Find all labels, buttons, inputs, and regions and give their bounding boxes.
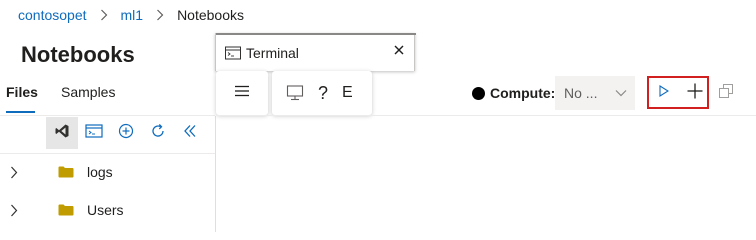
compute-dropdown[interactable]: No ...	[555, 76, 635, 110]
hamburger-menu-button[interactable]	[216, 71, 268, 115]
compute-status-dot	[472, 86, 485, 100]
breadcrumb-current: Notebooks	[177, 7, 244, 23]
collapse-icon	[182, 123, 198, 144]
breadcrumb-ml1-link[interactable]: ml1	[121, 7, 144, 23]
chevron-down-icon	[615, 89, 627, 97]
close-icon[interactable]	[394, 45, 404, 55]
tab-terminal[interactable]: Terminal	[215, 33, 416, 71]
page-title: Notebooks	[21, 42, 135, 67]
refresh-button[interactable]	[142, 117, 174, 149]
menu-truncated-item[interactable]: E	[342, 84, 353, 102]
pane-divider[interactable]	[215, 116, 216, 232]
tab-samples-label: Samples	[61, 84, 116, 100]
open-terminal-button[interactable]	[78, 117, 110, 149]
terminal-icon	[225, 46, 241, 60]
folder-icon	[58, 204, 74, 216]
toolbar-bottom-border	[216, 115, 756, 116]
open-in-vscode-button[interactable]	[46, 117, 78, 149]
tree-item-users[interactable]: Users	[0, 192, 215, 228]
tab-terminal-label: Terminal	[246, 44, 299, 61]
help-icon[interactable]: ?	[318, 83, 328, 104]
terminal-icon	[85, 123, 103, 144]
tree-item-label: logs	[87, 164, 113, 180]
chevron-right-icon[interactable]	[10, 204, 24, 217]
compute-dropdown-value: No ...	[564, 85, 598, 101]
collapse-all-button[interactable]	[174, 117, 206, 149]
tab-samples[interactable]: Samples	[61, 84, 115, 100]
run-icon	[659, 84, 670, 102]
compute-status: Compute:	[472, 82, 555, 104]
breadcrumb-workspace-link[interactable]: contosopet	[18, 7, 87, 23]
tree-item-logs[interactable]: logs	[0, 154, 215, 190]
create-new-button[interactable]	[110, 117, 142, 149]
chevron-right-icon	[156, 9, 164, 21]
vscode-icon	[54, 123, 70, 144]
split-terminal-icon	[718, 83, 734, 104]
tab-accent	[216, 33, 416, 35]
refresh-icon	[150, 123, 166, 144]
file-toolbar	[46, 117, 206, 149]
monitor-icon[interactable]	[286, 85, 304, 101]
chevron-right-icon[interactable]	[10, 166, 24, 179]
tree-item-label: Users	[87, 202, 124, 218]
chevron-right-icon	[100, 9, 108, 21]
split-terminal-button[interactable]	[715, 81, 737, 105]
run-button[interactable]	[655, 82, 673, 104]
new-terminal-button[interactable]	[684, 81, 706, 105]
tabs-divider	[0, 115, 215, 116]
plus-icon	[687, 83, 703, 104]
hamburger-icon	[234, 84, 250, 102]
compute-label: Compute:	[490, 85, 556, 101]
active-tab-indicator	[6, 111, 35, 113]
terminal-options-menu: ? E	[272, 71, 372, 115]
breadcrumb: contosopet ml1 Notebooks	[18, 5, 244, 25]
tab-files[interactable]: Files	[6, 84, 38, 113]
tab-files-label: Files	[6, 84, 38, 100]
folder-icon	[58, 166, 74, 178]
add-circle-icon	[118, 123, 134, 144]
